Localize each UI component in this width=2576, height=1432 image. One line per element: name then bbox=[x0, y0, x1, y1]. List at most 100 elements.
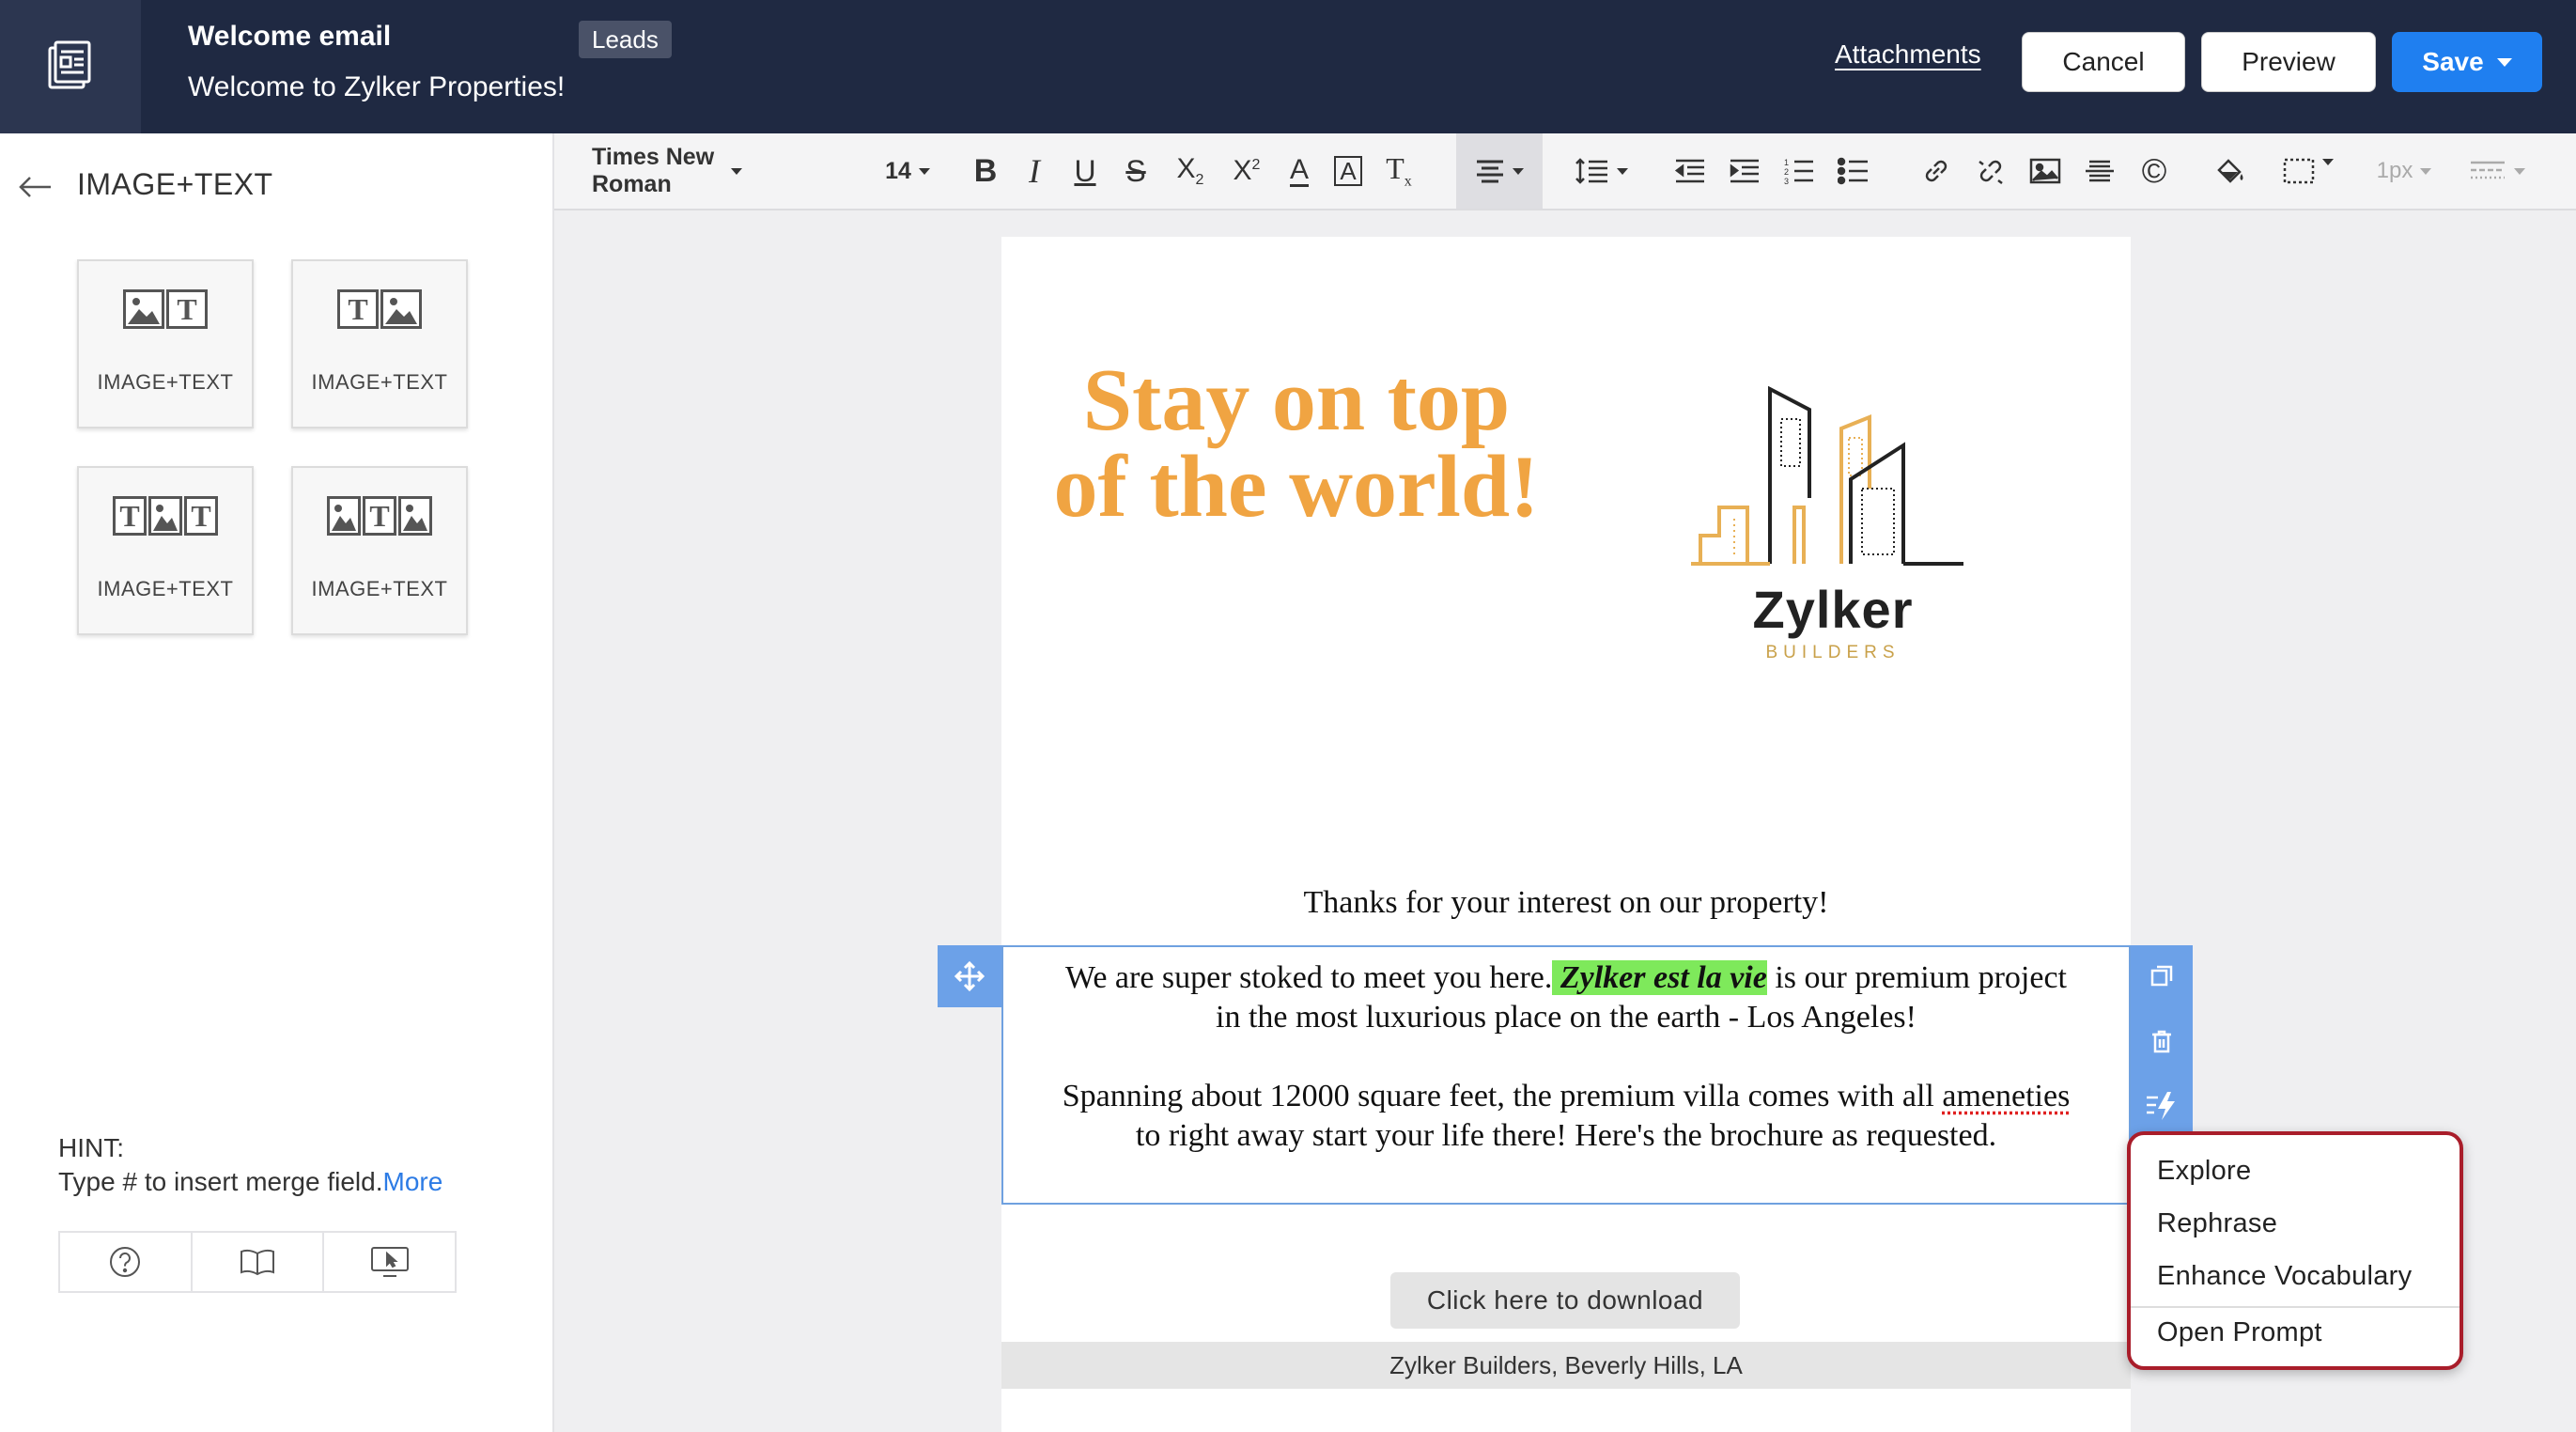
paragraph-intro[interactable]: We are super stoked to meet you here. Zy… bbox=[1060, 958, 2072, 1037]
subscript-button[interactable]: X2 bbox=[1167, 133, 1214, 209]
top-header: Welcome email Welcome to Zylker Properti… bbox=[0, 0, 2576, 133]
delete-block-button[interactable] bbox=[2131, 1011, 2193, 1073]
clear-format-button[interactable]: Tx bbox=[1377, 133, 1420, 209]
chevron-down-icon bbox=[2496, 57, 2512, 67]
background-color-icon: A bbox=[1334, 156, 1362, 186]
block-image-text[interactable]: T IMAGE+TEXT bbox=[77, 259, 254, 428]
move-icon bbox=[954, 960, 985, 992]
thanks-line[interactable]: Thanks for your interest on our property… bbox=[1001, 885, 2131, 921]
border-select[interactable] bbox=[2275, 133, 2341, 209]
module-badge: Leads bbox=[579, 21, 672, 58]
preview-screen-button[interactable] bbox=[324, 1233, 455, 1291]
panel-footer bbox=[58, 1231, 457, 1293]
align-select[interactable] bbox=[1456, 133, 1543, 209]
block-text-image[interactable]: T IMAGE+TEXT bbox=[291, 259, 468, 428]
image-icon bbox=[2029, 158, 2061, 184]
italic-button[interactable]: I bbox=[1013, 133, 1056, 209]
link-button[interactable] bbox=[1915, 133, 1958, 209]
save-button[interactable]: Save bbox=[2392, 32, 2542, 92]
hint-message: Type # to insert merge field. bbox=[58, 1167, 383, 1196]
superscript-button[interactable]: X2 bbox=[1223, 133, 1270, 209]
copyright-icon: © bbox=[2141, 151, 2167, 190]
help-button[interactable] bbox=[60, 1233, 193, 1291]
background-color-button[interactable]: A bbox=[1327, 133, 1370, 209]
cancel-button[interactable]: Cancel bbox=[2022, 32, 2185, 92]
block-tools bbox=[2131, 945, 2193, 1139]
border-style-icon bbox=[2471, 161, 2505, 179]
unordered-list-icon bbox=[1838, 157, 1868, 185]
horizontal-line-icon bbox=[2086, 160, 2114, 182]
chevron-down-icon bbox=[2322, 158, 2334, 165]
ai-assist-button[interactable] bbox=[2131, 1075, 2193, 1137]
text-icon: T bbox=[363, 496, 396, 536]
line-height-select[interactable] bbox=[1569, 133, 1635, 209]
subscript-icon: X2 bbox=[1176, 153, 1204, 188]
menu-item-enhance-vocabulary[interactable]: Enhance Vocabulary bbox=[2157, 1261, 2412, 1292]
insert-image-button[interactable] bbox=[2024, 133, 2067, 209]
hero-headline[interactable]: Stay on top of the world! bbox=[1043, 356, 1550, 531]
text-icon: T bbox=[337, 289, 379, 329]
border-style-select[interactable] bbox=[2461, 133, 2533, 209]
border-width-value: 1px bbox=[2376, 158, 2413, 183]
preview-button[interactable]: Preview bbox=[2201, 32, 2376, 92]
help-icon bbox=[110, 1247, 141, 1277]
chevron-down-icon bbox=[1513, 167, 1524, 175]
guide-button[interactable] bbox=[193, 1233, 325, 1291]
special-character-button[interactable]: © bbox=[2133, 133, 2176, 209]
border-width-select[interactable]: 1px bbox=[2369, 133, 2439, 209]
chevron-down-icon bbox=[731, 167, 742, 175]
unordered-list-button[interactable] bbox=[1832, 133, 1875, 209]
svg-text:3: 3 bbox=[1784, 177, 1789, 185]
unlink-button[interactable] bbox=[1969, 133, 2012, 209]
image-icon bbox=[380, 289, 422, 329]
move-block-handle[interactable] bbox=[938, 945, 1001, 1007]
screen-pointer-icon bbox=[370, 1247, 409, 1277]
paragraph-details[interactable]: Spanning about 12000 square feet, the pr… bbox=[1060, 1077, 2072, 1156]
menu-item-explore[interactable]: Explore bbox=[2157, 1156, 2251, 1187]
image-icon bbox=[123, 289, 164, 329]
paragraph-text: Spanning about 12000 square feet, the pr… bbox=[1062, 1079, 1943, 1113]
attachments-link[interactable]: Attachments bbox=[1835, 39, 1981, 70]
block-label: IMAGE+TEXT bbox=[311, 370, 448, 394]
hint-label: HINT: bbox=[58, 1133, 124, 1162]
menu-item-open-prompt[interactable]: Open Prompt bbox=[2157, 1317, 2322, 1348]
chevron-down-icon bbox=[918, 167, 930, 175]
save-button-label: Save bbox=[2422, 47, 2484, 76]
image-icon bbox=[398, 496, 432, 536]
underline-icon: U bbox=[1074, 153, 1096, 188]
fill-color-button[interactable] bbox=[2210, 133, 2253, 209]
outdent-button[interactable] bbox=[1668, 133, 1712, 209]
bold-button[interactable]: B bbox=[964, 133, 1007, 209]
hint-more-link[interactable]: More bbox=[383, 1167, 443, 1196]
text-icon: T bbox=[166, 289, 208, 329]
back-arrow-icon[interactable] bbox=[17, 173, 54, 201]
block-label: IMAGE+TEXT bbox=[97, 577, 234, 600]
block-label: IMAGE+TEXT bbox=[311, 577, 448, 600]
menu-item-rephrase[interactable]: Rephrase bbox=[2157, 1208, 2277, 1239]
font-size-select[interactable]: 14 bbox=[879, 133, 936, 209]
menu-divider bbox=[2131, 1306, 2460, 1308]
download-brochure-button[interactable]: Click here to download bbox=[1390, 1272, 1740, 1329]
font-color-button[interactable]: A bbox=[1278, 133, 1321, 209]
strikethrough-button[interactable]: S bbox=[1114, 133, 1157, 209]
panel-title: IMAGE+TEXT bbox=[77, 167, 273, 201]
logo-subtitle: BUILDERS bbox=[1765, 643, 1901, 662]
image-icon bbox=[327, 496, 361, 536]
bold-icon: B bbox=[973, 152, 998, 189]
horizontal-line-button[interactable] bbox=[2078, 133, 2121, 209]
ordered-list-button[interactable]: 123 bbox=[1777, 133, 1821, 209]
selected-text-block[interactable]: We are super stoked to meet you here. Zy… bbox=[1001, 945, 2131, 1205]
misspelled-word[interactable]: ameneties bbox=[1942, 1079, 2070, 1113]
indent-button[interactable] bbox=[1723, 133, 1766, 209]
template-icon bbox=[0, 0, 141, 133]
ordered-list-icon: 123 bbox=[1784, 158, 1813, 185]
block-text-image-text[interactable]: T T IMAGE+TEXT bbox=[77, 466, 254, 635]
indent-icon bbox=[1730, 159, 1759, 183]
svg-text:1: 1 bbox=[1784, 158, 1789, 167]
duplicate-block-button[interactable] bbox=[2131, 945, 2193, 1007]
underline-button[interactable]: U bbox=[1063, 133, 1107, 209]
block-image-text-image[interactable]: T IMAGE+TEXT bbox=[291, 466, 468, 635]
copy-icon bbox=[2150, 965, 2173, 987]
font-family-value: Times New Roman bbox=[592, 144, 715, 197]
font-family-select[interactable]: Times New Roman bbox=[592, 133, 742, 209]
